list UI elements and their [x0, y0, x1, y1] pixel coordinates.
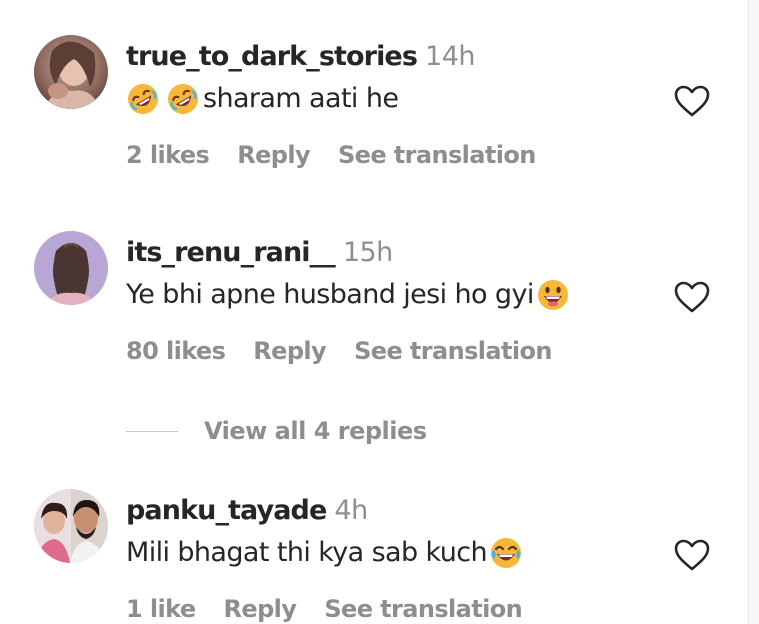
view-replies-button[interactable]: View all 4 replies: [126, 414, 427, 448]
heart-icon[interactable]: [673, 280, 711, 314]
reply-button[interactable]: Reply: [224, 595, 297, 623]
see-translation-button[interactable]: See translation: [338, 141, 536, 169]
view-replies-label: View all 4 replies: [204, 417, 427, 445]
rolling-on-floor-laughing-icon: [168, 84, 198, 114]
likes-count[interactable]: 2 likes: [126, 141, 210, 169]
heart-icon[interactable]: [673, 538, 711, 572]
avatar[interactable]: [34, 35, 108, 109]
see-translation-button[interactable]: See translation: [324, 595, 522, 623]
username[interactable]: its_renu_rani__: [126, 237, 336, 268]
comment-body: Ye bhi apne husband jesi ho gyi: [126, 279, 534, 310]
heart-icon[interactable]: [673, 84, 711, 118]
scrollbar-track[interactable]: [749, 0, 759, 624]
comment-body: sharam aati he: [203, 83, 399, 114]
comment-actions: 1 like Reply See translation: [126, 594, 523, 624]
face-with-tears-of-joy-icon: [491, 538, 522, 568]
see-translation-button[interactable]: See translation: [354, 337, 552, 365]
likes-count[interactable]: 1 like: [126, 595, 196, 623]
comment-actions: 80 likes Reply See translation: [126, 336, 552, 366]
username[interactable]: panku_tayade: [126, 495, 327, 526]
comment-header: panku_tayade 4h: [126, 494, 368, 528]
comment-text: Mili bhagat thi kya sab kuch: [126, 536, 523, 570]
reply-button[interactable]: Reply: [253, 337, 326, 365]
timestamp[interactable]: 4h: [334, 495, 368, 526]
rolling-on-floor-laughing-icon: [128, 84, 158, 114]
replies-divider: [126, 430, 178, 432]
username[interactable]: true_to_dark_stories: [126, 41, 418, 72]
reply-button[interactable]: Reply: [237, 141, 310, 169]
timestamp[interactable]: 14h: [425, 41, 475, 72]
avatar[interactable]: [34, 231, 108, 305]
comment-text: sharam aati he: [126, 82, 399, 116]
timestamp[interactable]: 15h: [343, 237, 393, 268]
comment-header: its_renu_rani__ 15h: [126, 236, 393, 270]
comments-panel: true_to_dark_stories 14h sharam aati he …: [0, 0, 748, 624]
comment-body: Mili bhagat thi kya sab kuch: [126, 537, 488, 568]
comment-text: Ye bhi apne husband jesi ho gyi: [126, 278, 570, 312]
comment-header: true_to_dark_stories 14h: [126, 40, 475, 74]
grinning-face-icon: [537, 280, 568, 310]
avatar[interactable]: [34, 489, 108, 563]
comment-actions: 2 likes Reply See translation: [126, 140, 536, 170]
likes-count[interactable]: 80 likes: [126, 337, 226, 365]
